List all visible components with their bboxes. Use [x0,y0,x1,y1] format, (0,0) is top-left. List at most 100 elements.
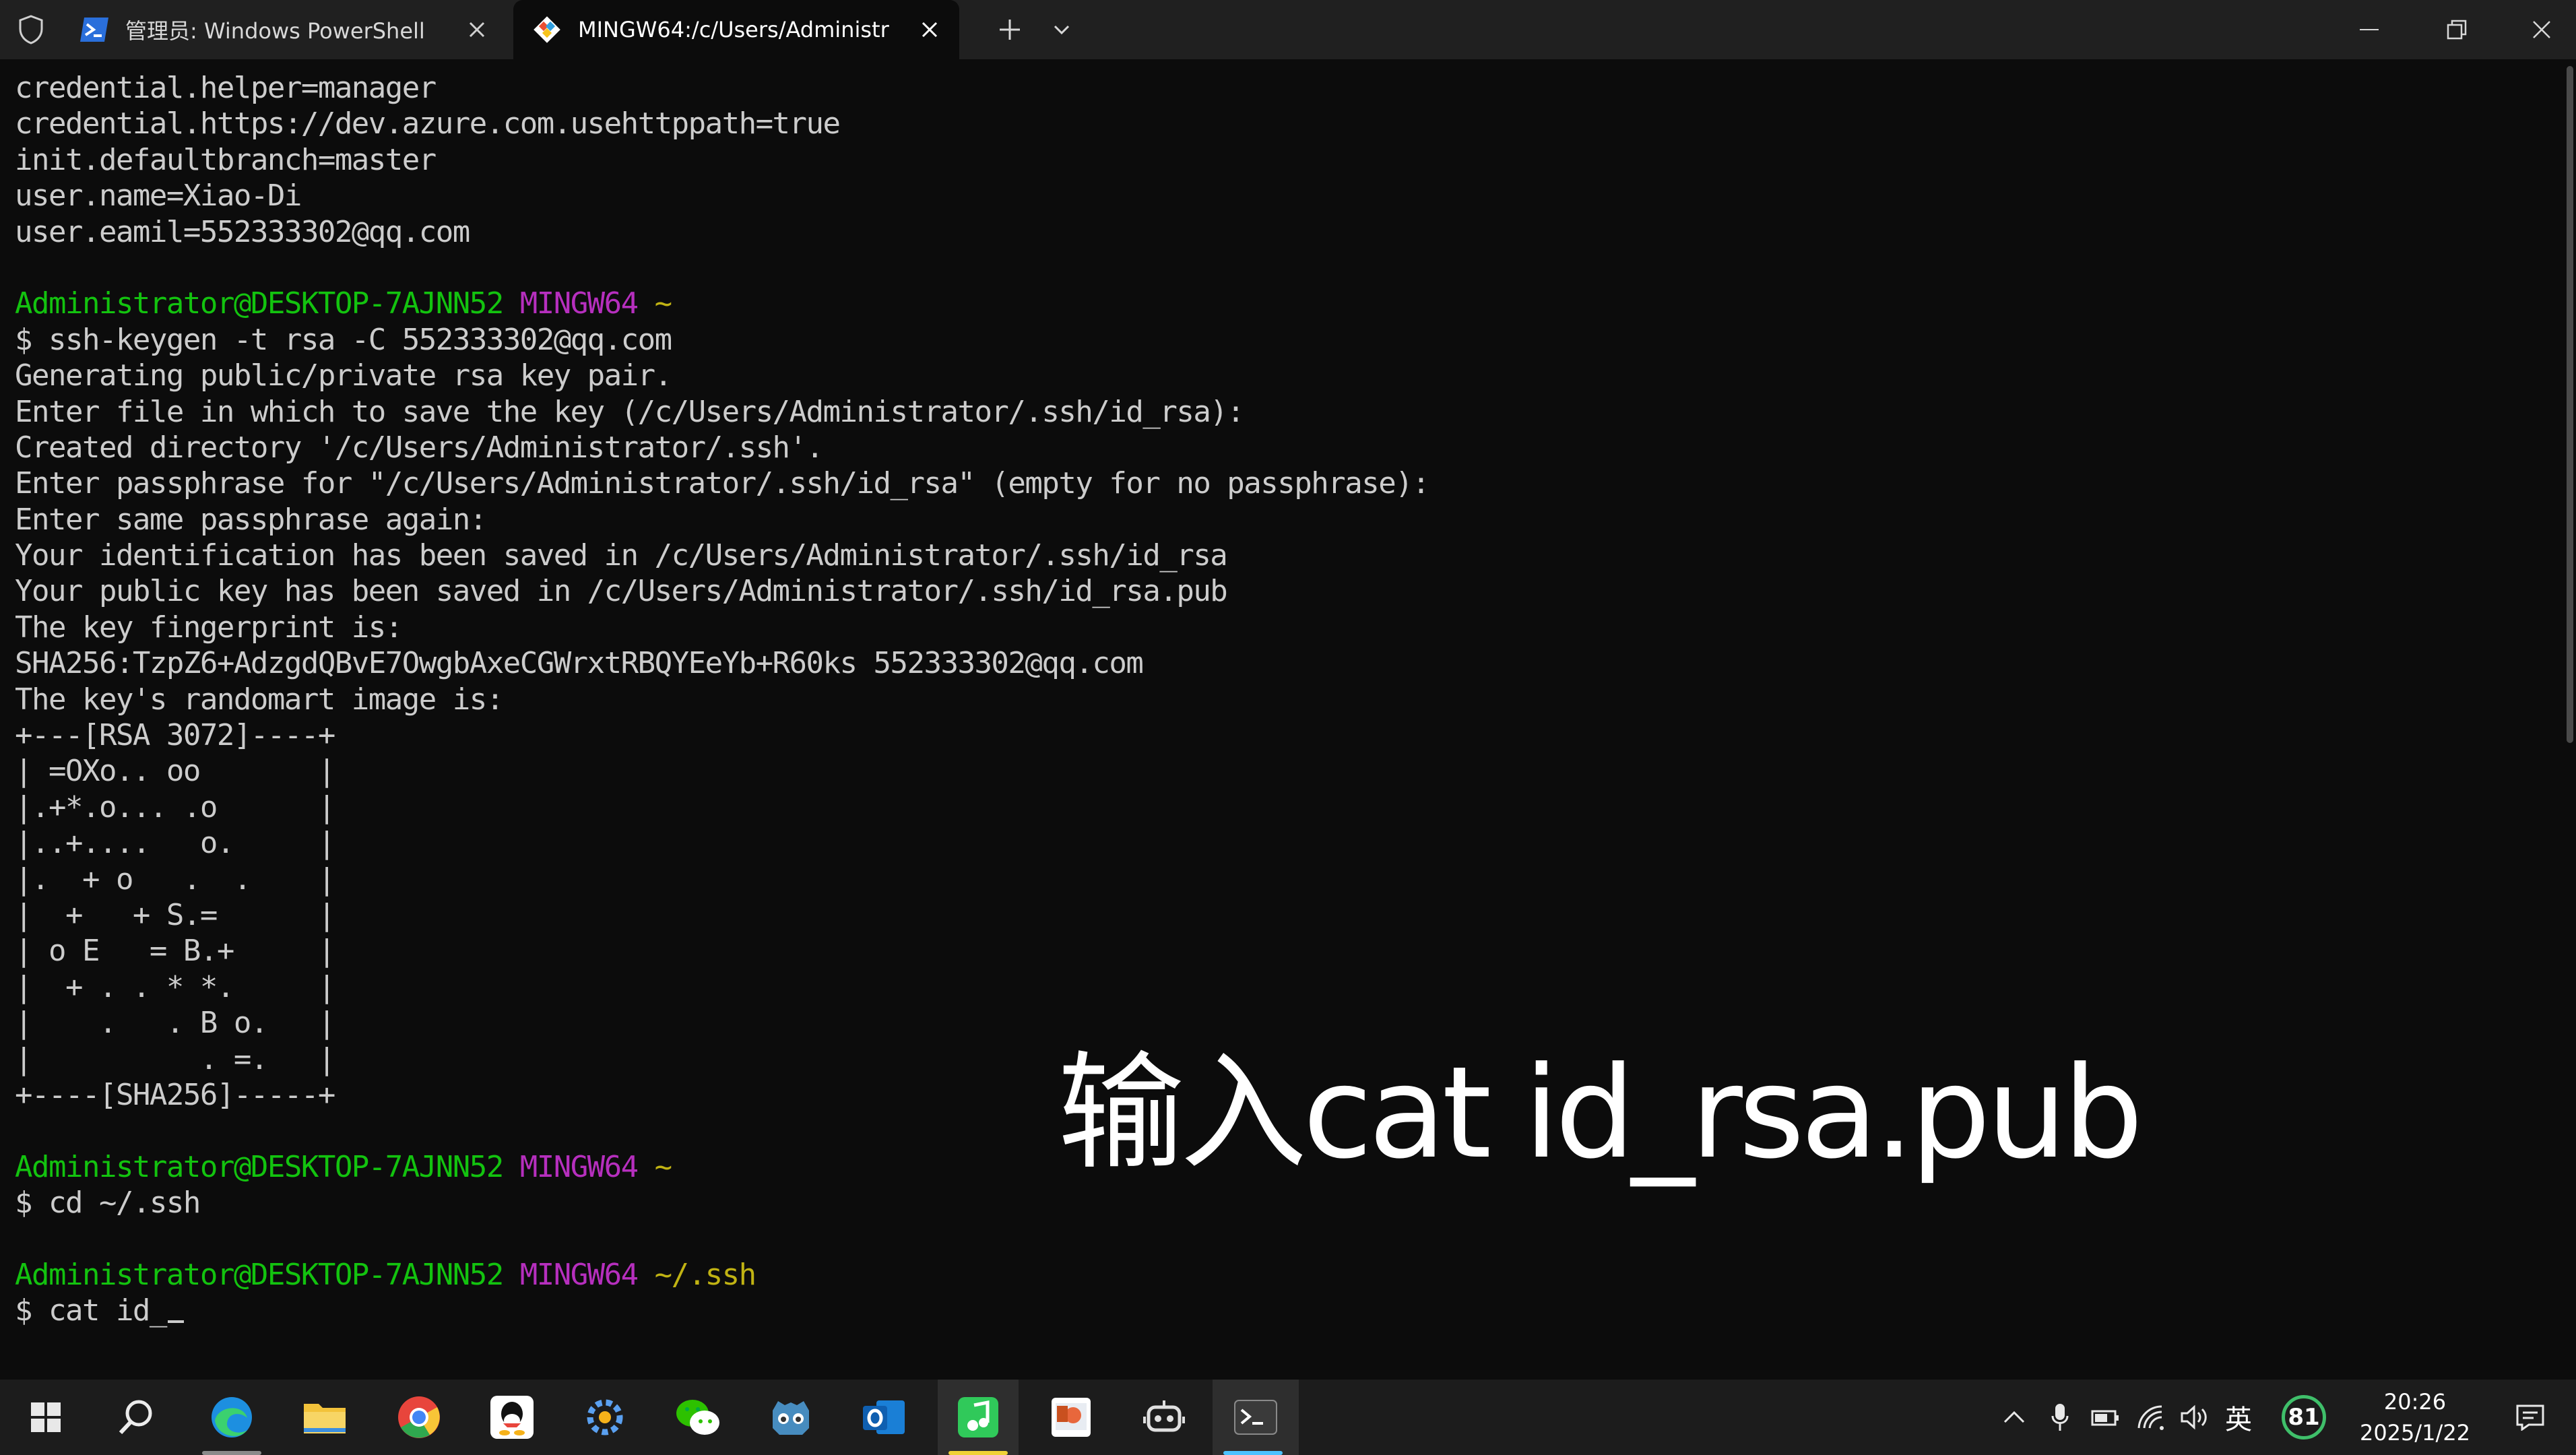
line-text: user.name=Xiao-Di [15,179,302,214]
tab-dropdown-button[interactable] [1041,9,1082,50]
notification-icon[interactable] [2502,1380,2558,1455]
minimize-icon [2360,29,2379,30]
chevron-down-icon [1054,25,1070,35]
line-text: $ cat id_ [15,1293,167,1328]
powerpoint-icon[interactable] [1031,1380,1112,1455]
prompt-shell: MINGW64 [519,1149,639,1184]
terminal-line: Enter file in which to save the key (/c/… [15,394,1429,430]
chrome-icon[interactable] [379,1380,459,1455]
text-cursor [167,1320,184,1324]
tab-powershell[interactable]: 管理员: Windows PowerShell [65,0,507,59]
line-text: |.+*.o... .o | [15,789,335,825]
tab-title: 管理员: Windows PowerShell [125,18,425,44]
search-icon[interactable] [96,1380,176,1455]
terminal-line: Enter passphrase for "/c/Users/Administr… [15,465,1430,501]
ime-indicator[interactable]: 英 [2218,1380,2259,1455]
line-text: | o E = B.+ | [15,934,335,969]
line-text: +---[RSA 3072]----+ [15,718,335,753]
terminal-line: $ cd ~/.ssh [15,1185,1429,1221]
line-text: Created directory '/c/Users/Administrato… [15,430,824,465]
line-text: | + . . * *. | [15,969,335,1004]
line-text: The key's randomart image is: [15,682,504,717]
terminal-line: credential.helper=manager [15,70,1429,106]
terminal-line: | + + S.= | [15,897,1429,933]
terminal-line: $ cat id_ [15,1293,1429,1328]
line-text: credential.https://dev.azure.com.usehttp… [15,106,841,141]
plus-icon [1000,20,1020,40]
minimize-button[interactable] [2327,0,2412,59]
close-window-button[interactable] [2499,0,2576,59]
terminal-window[interactable]: credential.helper=manager credential.http… [0,59,2576,1380]
terminal-line: +---[RSA 3072]----+ [15,717,1429,753]
prompt-shell: MINGW64 [519,1257,639,1292]
tab-mingw64[interactable]: MINGW64:/c/Users/Administr [513,0,959,59]
music-app-icon[interactable] [938,1380,1019,1455]
tab-title: MINGW64:/c/Users/Administr [578,17,889,42]
title-bar: 管理员: Windows PowerShell MINGW64:/c/Users… [0,0,2576,59]
microphone-icon[interactable] [2041,1380,2079,1455]
scrollbar-thumb[interactable] [2567,66,2573,743]
terminal-icon[interactable] [1213,1380,1299,1455]
powershell-icon [77,12,112,47]
terminal-line: | + . . * *. | [15,969,1429,1005]
status-badge[interactable]: 81 [2277,1380,2331,1455]
line-text: Your public key has been saved in /c/Use… [15,574,1228,609]
line-text: Enter same passphrase again: [15,502,487,537]
terminal-line: | o E = B.+ | [15,933,1429,969]
clock-date: 2025/1/22 [2359,1420,2471,1446]
running-indicator [948,1451,1008,1455]
git-icon [529,12,565,47]
prompt-path: ~ [654,1149,673,1184]
line-text: SHA256:TzpZ6+AdzgdQBvE7OwgbAxeCGWrxtRBQY… [15,646,1144,681]
chevron-up-icon[interactable] [1994,1380,2034,1455]
shield-icon[interactable] [9,9,53,50]
terminal-line: SHA256:TzpZ6+AdzgdQBvE7OwgbAxeCGWrxtRBQY… [15,645,1429,681]
line-text: credential.helper=manager [15,71,437,105]
line-text: |. + o . . | [15,862,335,897]
terminal-line: |. + o . . | [15,862,1429,897]
restore-icon [2447,20,2467,40]
terminal-line: Your identification has been saved in /c… [15,538,1429,573]
terminal-line: user.eamil=552333302@qq.com [15,214,1429,250]
line-text: Generating public/private rsa key pair. [15,358,672,393]
terminal-line: | =OXo.. oo | [15,753,1429,789]
start-icon[interactable] [5,1380,86,1455]
prompt-path: ~/.ssh [654,1257,756,1292]
line-text: init.defaultbranch=master [15,142,437,177]
godot-icon[interactable] [750,1380,831,1455]
line-text: The key fingerprint is: [15,610,403,645]
line-text: | . . B o. | [15,1006,335,1041]
close-icon [2533,21,2550,38]
prompt-line: Administrator@DESKTOP-7AJNN52 MINGW64 ~/… [15,1257,1429,1293]
terminal-line: Your public key has been saved in /c/Use… [15,573,1429,609]
line-text: |..+.... o. | [15,826,335,861]
terminal-line: Generating public/private rsa key pair. [15,358,1429,393]
close-icon[interactable] [458,11,496,48]
terminal-line: The key fingerprint is: [15,610,1429,645]
badge-value: 81 [2282,1395,2326,1440]
line-text: $ cd ~/.ssh [15,1186,201,1221]
outlook-icon[interactable] [843,1380,924,1455]
edge-icon[interactable] [191,1380,272,1455]
settings-app-icon[interactable] [565,1380,645,1455]
running-indicator [1223,1451,1283,1455]
terminal-line: |..+.... o. | [15,825,1429,861]
qq-icon[interactable] [472,1380,552,1455]
battery-icon[interactable] [2086,1380,2125,1455]
file-explorer-icon[interactable] [284,1380,365,1455]
wechat-icon[interactable] [657,1380,738,1455]
restore-button[interactable] [2414,0,2499,59]
prompt-line: Administrator@DESKTOP-7AJNN52 MINGW64 ~ [15,286,1429,321]
volume-icon[interactable] [2175,1380,2214,1455]
wifi-icon[interactable] [2131,1380,2170,1455]
new-tab-button[interactable] [986,9,1033,50]
clock-time: 20:26 [2383,1389,2447,1415]
scrollbar[interactable] [2563,59,2576,1380]
terminal-line: $ ssh-keygen -t rsa -C 552333302@qq.com [15,322,1429,358]
close-icon[interactable] [911,11,948,48]
clock[interactable]: 20:26 2025/1/22 [2338,1386,2492,1448]
prompt-path: ~ [654,286,673,321]
robot-app-icon[interactable] [1124,1380,1204,1455]
